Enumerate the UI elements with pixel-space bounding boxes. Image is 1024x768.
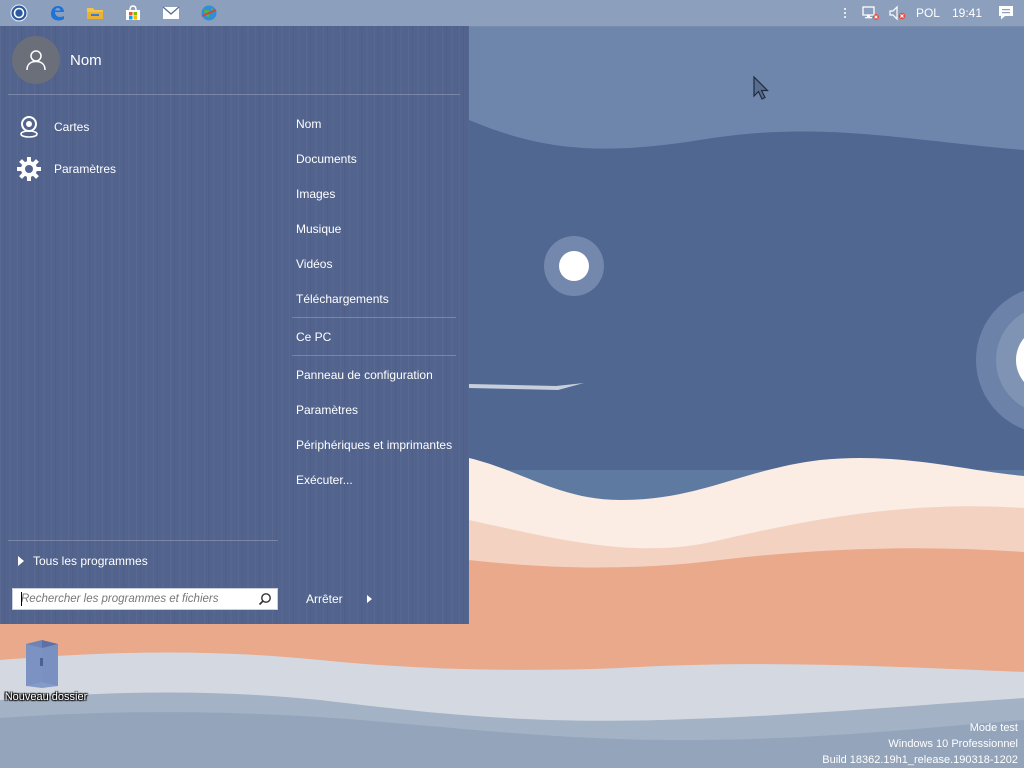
place-musique[interactable]: Musique — [288, 211, 460, 246]
pinned-programs: Cartes Paramètres — [0, 106, 278, 190]
place-parametres[interactable]: Paramètres — [288, 392, 460, 427]
place-images[interactable]: Images — [288, 176, 460, 211]
input-language[interactable]: POL — [910, 6, 946, 20]
start-button[interactable] — [0, 0, 38, 26]
pinned-item-label: Paramètres — [54, 162, 117, 176]
test-mode-watermark: Mode test Windows 10 Professionnel Build… — [822, 720, 1018, 768]
taskbar-globe-app[interactable] — [190, 0, 228, 26]
taskbar-edge[interactable] — [38, 0, 76, 26]
divider — [8, 540, 278, 541]
place-documents[interactable]: Documents — [288, 141, 460, 176]
caret-right-icon — [18, 556, 24, 566]
all-programs-button[interactable]: Tous les programmes — [18, 550, 148, 572]
taskbar-pinned-apps — [0, 0, 228, 26]
search-input[interactable] — [13, 589, 255, 609]
user-icon — [26, 50, 46, 71]
avatar[interactable] — [12, 36, 60, 84]
caret-right-icon — [367, 595, 372, 603]
taskbar-store[interactable] — [114, 0, 152, 26]
watermark-line: Build 18362.19h1_release.190318-1202 — [822, 754, 1018, 766]
place-nom[interactable]: Nom — [288, 106, 460, 141]
search-box[interactable] — [12, 588, 278, 610]
store-icon — [126, 5, 140, 20]
pinned-item-parametres[interactable]: Paramètres — [0, 148, 278, 190]
network-icon — [862, 6, 879, 20]
edge-icon — [51, 6, 64, 21]
globe-app-icon — [201, 5, 217, 21]
divider — [8, 94, 460, 95]
gear-icon — [16, 156, 42, 182]
user-account[interactable]: Nom — [12, 36, 102, 84]
place-telechargements[interactable]: Téléchargements — [288, 281, 460, 316]
action-center-button[interactable] — [998, 0, 1014, 26]
notification-icon — [999, 6, 1013, 20]
volume-control[interactable] — [888, 0, 906, 26]
user-name[interactable]: Nom — [70, 52, 102, 69]
divider — [292, 355, 456, 356]
all-programs-label: Tous les programmes — [33, 554, 148, 568]
watermark-line: Mode test — [969, 722, 1018, 734]
place-peripheriques-et-imprimantes[interactable]: Périphériques et imprimantes — [288, 427, 460, 462]
clock[interactable]: 19:41 — [946, 6, 988, 20]
pinned-item-label: Cartes — [54, 120, 90, 134]
maps-icon — [16, 114, 42, 140]
volume-muted-icon — [889, 5, 906, 21]
mail-icon — [162, 6, 180, 19]
network-status[interactable] — [862, 0, 880, 26]
desktop-icon-nouveau-dossier[interactable]: Nouveau dossier — [0, 636, 92, 706]
system-tray: POL 19:41 — [838, 0, 1024, 26]
text-cursor — [21, 592, 22, 606]
taskbar-file-explorer[interactable] — [76, 0, 114, 26]
place-executer[interactable]: Exécuter... — [288, 462, 460, 497]
place-videos[interactable]: Vidéos — [288, 246, 460, 281]
place-panneau-de-configuration[interactable]: Panneau de configuration — [288, 357, 460, 392]
mouse-cursor-icon — [753, 76, 769, 100]
taskbar-mail[interactable] — [152, 0, 190, 26]
place-ce-pc[interactable]: Ce PC — [288, 319, 460, 354]
taskbar: POL 19:41 — [0, 0, 1024, 27]
shutdown-button[interactable]: Arrêter — [306, 588, 343, 610]
divider — [292, 317, 456, 318]
pinned-item-cartes[interactable]: Cartes — [0, 106, 278, 148]
search-icon[interactable] — [255, 589, 275, 609]
shutdown-options-button[interactable] — [367, 588, 372, 610]
desktop-icon-label: Nouveau dossier — [4, 691, 88, 703]
start-menu: Nom Cartes Paramètres Nom Documents Imag… — [0, 26, 469, 624]
watermark-line: Windows 10 Professionnel — [888, 738, 1018, 750]
places-list: Nom Documents Images Musique Vidéos Télé… — [288, 106, 460, 497]
start-orb-icon — [10, 4, 28, 22]
folder-icon — [26, 640, 58, 688]
file-explorer-icon — [87, 8, 103, 19]
tray-overflow-icon[interactable] — [838, 3, 852, 23]
